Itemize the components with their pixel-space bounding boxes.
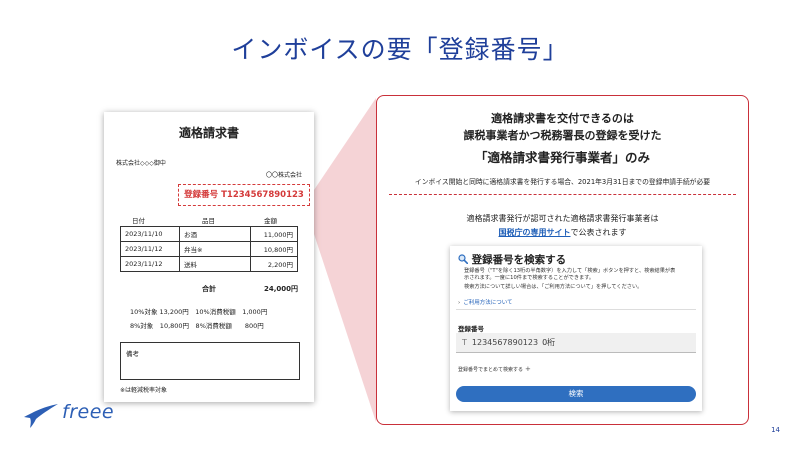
table-row: 2023/11/10 お酒 11,000円 bbox=[120, 226, 298, 242]
search-panel-title: 登録番号を検索する bbox=[458, 252, 566, 267]
chevron-right-icon: › bbox=[458, 300, 461, 306]
bulk-search-toggle[interactable]: 登録番号でまとめて検索する + bbox=[458, 365, 531, 373]
invoice-notes-label: 備考 bbox=[126, 350, 139, 358]
invoice-col-amount: 金額 bbox=[264, 217, 277, 225]
callout-heading-2: 課税事業者かつ税務署長の登録を受けた bbox=[463, 129, 662, 142]
callout-box: 適格請求書を交付できるのは 課税事業者かつ税務署長の登録を受けた 「適格請求書発… bbox=[376, 95, 749, 425]
nta-site-link[interactable]: 国税庁の専用サイト bbox=[499, 228, 571, 237]
freee-logo: freee bbox=[22, 401, 115, 429]
invoice-total-label: 合計 bbox=[202, 285, 216, 293]
invoice-addressee: 株式会社◇◇◇御中 bbox=[116, 160, 166, 167]
digit-count: 0桁 bbox=[542, 338, 556, 347]
invoice-footnote: ※は軽減税率対象 bbox=[120, 387, 168, 394]
invoice-col-date: 日付 bbox=[132, 217, 145, 225]
table-row: 2023/11/12 送料 2,200円 bbox=[120, 256, 298, 272]
search-panel-desc-1: 登録番号（"T"を除く13桁の半角数字）を入力して「検索」ボタンを押すと、検索結… bbox=[464, 268, 676, 274]
search-panel-title-text: 登録番号を検索する bbox=[471, 254, 567, 266]
invoice-registration-number: 登録番号 T1234567890123 bbox=[178, 184, 310, 206]
search-button[interactable]: 検索 bbox=[456, 386, 696, 402]
invoice-table: 2023/11/10 お酒 11,000円 2023/11/12 弁当※ 10,… bbox=[120, 226, 298, 272]
invoice-tax-row-8: 8%対象 10,800円 8%消費税額 800円 bbox=[130, 322, 264, 330]
input-prefix: T bbox=[462, 338, 467, 347]
table-row: 2023/11/12 弁当※ 10,800円 bbox=[120, 241, 298, 257]
plus-icon: + bbox=[525, 365, 531, 373]
logo-text: freee bbox=[62, 401, 115, 423]
registration-number-input[interactable]: T 1234567890123 0桁 bbox=[456, 333, 696, 353]
bird-logo-icon bbox=[24, 404, 58, 428]
callout-link-line: 国税庁の専用サイトで公表されます bbox=[377, 227, 748, 238]
table-cell: 弁当※ bbox=[179, 241, 251, 257]
registration-number-label: 登録番号 bbox=[458, 325, 484, 333]
help-link[interactable]: › ご利用方法について bbox=[458, 298, 513, 306]
invoice-title: 適格請求書 bbox=[178, 126, 239, 140]
table-cell: お酒 bbox=[179, 226, 251, 242]
table-cell: 2,200円 bbox=[250, 256, 298, 272]
bulk-search-label: 登録番号でまとめて検索する bbox=[458, 367, 524, 373]
table-cell: 送料 bbox=[179, 256, 251, 272]
table-cell: 2023/11/10 bbox=[120, 226, 180, 242]
invoice-notes-box: 備考 bbox=[120, 342, 300, 380]
invoice-document: 適格請求書 株式会社◇◇◇御中 〇〇株式会社 登録番号 T12345678901… bbox=[104, 112, 314, 402]
callout-link-suffix: で公表されます bbox=[570, 228, 627, 237]
invoice-col-item: 品目 bbox=[202, 217, 215, 225]
search-panel-divider bbox=[456, 309, 696, 310]
callout-heading-1: 適格請求書を交付できるのは bbox=[491, 112, 634, 125]
search-panel-desc-2: 示されます。一度に10件まで検索することができます。 bbox=[464, 275, 595, 281]
table-cell: 10,800円 bbox=[250, 241, 298, 257]
help-link-text: ご利用方法について bbox=[463, 300, 513, 306]
search-icon bbox=[458, 254, 468, 264]
callout-divider bbox=[389, 194, 736, 195]
invoice-issuer: 〇〇株式会社 bbox=[265, 172, 302, 179]
table-cell: 2023/11/12 bbox=[120, 241, 180, 257]
table-cell: 11,000円 bbox=[250, 226, 298, 242]
search-panel-desc-3: 検索方法について詳しい場合は、「ご利用方法について」を押してください。 bbox=[464, 284, 643, 290]
callout-heading-3: 「適格請求書発行事業者」のみ bbox=[474, 150, 650, 165]
callout-approved-text: 適格請求書発行が認可された適格請求書発行事業者は bbox=[466, 214, 659, 223]
page-number: 14 bbox=[771, 426, 780, 434]
invoice-tax-row-10: 10%対象 13,200円 10%消費税額 1,000円 bbox=[130, 308, 268, 316]
search-panel: 登録番号を検索する 登録番号（"T"を除く13桁の半角数字）を入力して「検索」ボ… bbox=[450, 246, 702, 411]
table-cell: 2023/11/12 bbox=[120, 256, 180, 272]
callout-note: インボイス開始と同時に適格請求書を発行する場合、2021年3月31日までの登録申… bbox=[414, 178, 711, 186]
invoice-total-value: 24,000円 bbox=[263, 285, 298, 293]
input-value: 1234567890123 bbox=[471, 338, 539, 347]
